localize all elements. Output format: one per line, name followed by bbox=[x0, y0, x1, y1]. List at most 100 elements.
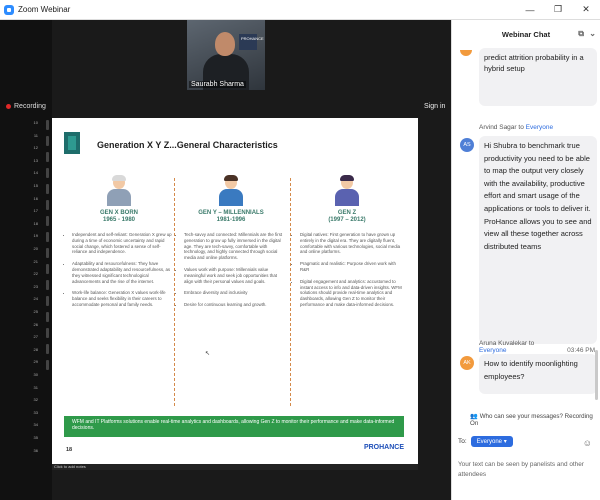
gen-x-bullet: Independent and self-reliant: Generation… bbox=[72, 232, 174, 255]
mouse-cursor-icon: ↖ bbox=[205, 351, 211, 357]
line-number: 20 bbox=[33, 246, 38, 251]
line-number: 11 bbox=[33, 132, 38, 138]
line-number: 27 bbox=[33, 334, 38, 340]
line-number: 10 bbox=[33, 120, 38, 125]
line-number: 32 bbox=[33, 397, 38, 403]
gen-z-bullet: Digital natives: First generation to hav… bbox=[300, 232, 402, 255]
sender-name: Aruna Kuvalekar bbox=[479, 340, 528, 347]
recipient-dropdown[interactable]: Everyone ▾ bbox=[470, 436, 513, 447]
gen-y-bullet: Desire for continuous learning and growt… bbox=[184, 302, 286, 308]
sender-avatar-partial bbox=[460, 50, 472, 56]
gen-x-column: GEN X BORN 1965 - 1980 Independent and s… bbox=[64, 175, 174, 314]
speaker-head bbox=[215, 32, 235, 56]
chat-input-hint[interactable]: Your text can be seen by panelists and o… bbox=[458, 460, 594, 480]
line-number: 24 bbox=[33, 296, 38, 302]
chat-message: Hi Shubra to benchmark true productivity… bbox=[479, 136, 597, 344]
message-sender-line: Aruna Kuvalekar to Everyone 03:46 PM bbox=[479, 340, 595, 354]
emoji-icon[interactable]: ☺ bbox=[583, 438, 592, 448]
sign-in-link[interactable]: Sign in bbox=[424, 103, 445, 110]
line-number: 30 bbox=[33, 372, 38, 377]
gen-x-years: 1965 - 1980 bbox=[102, 217, 136, 223]
gen-y-bullet: Tech-savvy and connected: Millennials ar… bbox=[184, 232, 286, 261]
to-word: to bbox=[518, 124, 524, 131]
gen-z-bullet: Digital engagement and analytics: accust… bbox=[300, 279, 402, 308]
popout-icon[interactable]: ⧉ bbox=[578, 29, 584, 39]
chat-message: How to identify moonlighting employees? bbox=[479, 354, 597, 394]
minimize-button[interactable]: — bbox=[516, 0, 544, 19]
sender-avatar: AK bbox=[460, 356, 474, 370]
message-sender-line: Arvind Sagar to Everyone bbox=[479, 124, 553, 131]
message-time: 03:46 PM bbox=[567, 347, 595, 354]
gen-z-years: (1997 – 2012) bbox=[328, 217, 366, 223]
recording-label: Recording bbox=[14, 103, 46, 110]
message-visibility-link[interactable]: 👥 Who can see your messages? Recording On bbox=[470, 412, 600, 427]
line-number: 21 bbox=[33, 258, 38, 264]
maximize-button[interactable]: ❐ bbox=[544, 0, 572, 19]
line-number: 34 bbox=[33, 422, 38, 428]
speaker-video-tile[interactable]: PROHANCE Saurabh Sharma bbox=[187, 20, 265, 90]
line-number: 28 bbox=[33, 346, 38, 352]
close-button[interactable]: ✕ bbox=[572, 0, 600, 19]
gen-y-column: GEN Y – MILLENNIALS 1981-1996 Tech-savvy… bbox=[176, 175, 286, 314]
line-number: 29 bbox=[33, 359, 38, 365]
line-number: 14 bbox=[33, 170, 38, 176]
line-number: 33 bbox=[33, 409, 38, 415]
recording-indicator[interactable]: Recording bbox=[6, 103, 46, 110]
line-number: 22 bbox=[33, 271, 38, 277]
line-number: 26 bbox=[33, 321, 38, 327]
add-notes-bar[interactable]: Click to add notes bbox=[52, 464, 418, 470]
gen-z-avatar-icon bbox=[335, 175, 359, 206]
gen-x-avatar-icon bbox=[107, 175, 131, 206]
line-number: 16 bbox=[33, 195, 38, 201]
window-titlebar: Zoom Webinar — ❐ ✕ bbox=[0, 0, 600, 20]
recipient-row: To: Everyone ▾ bbox=[458, 436, 513, 447]
record-dot-icon bbox=[6, 104, 11, 109]
zoom-logo-icon bbox=[4, 4, 14, 15]
gen-y-years: 1981-1996 bbox=[216, 217, 246, 223]
collapse-icon[interactable]: ⌄ bbox=[589, 29, 596, 38]
line-number: 19 bbox=[33, 233, 38, 239]
line-number: 25 bbox=[33, 309, 38, 314]
people-icon: 👥 bbox=[470, 413, 478, 420]
gen-z-bullet: Pragmatic and realistic: Purpose driven … bbox=[300, 261, 402, 273]
column-divider bbox=[290, 178, 291, 406]
recipient-name: Everyone bbox=[479, 347, 507, 354]
shared-screen-gutter bbox=[0, 20, 52, 500]
gen-y-heading: GEN Y – MILLENNIALS bbox=[198, 210, 264, 216]
chevron-down-icon: ▾ bbox=[503, 439, 507, 445]
gen-x-heading: GEN X BORN bbox=[99, 210, 138, 216]
gen-z-column: GEN Z (1997 – 2012) Digital natives: Fir… bbox=[292, 175, 402, 314]
window-title: Zoom Webinar bbox=[18, 5, 71, 14]
line-number: 18 bbox=[33, 220, 38, 226]
line-number: 17 bbox=[33, 208, 38, 214]
shared-slide: Generation X Y Z...General Characteristi… bbox=[52, 118, 418, 464]
line-number: 12 bbox=[33, 145, 38, 151]
recipient-name: Everyone bbox=[525, 124, 554, 131]
slide-banner: WFM and IT Platforms solutions enable re… bbox=[64, 416, 404, 437]
slide-title: Generation X Y Z...General Characteristi… bbox=[97, 140, 278, 150]
line-number: 13 bbox=[33, 157, 38, 163]
slide-thumbnail-strip[interactable] bbox=[46, 120, 51, 376]
to-word: to bbox=[528, 340, 535, 347]
sender-avatar: AS bbox=[460, 138, 474, 152]
slide-page-number: 18 bbox=[66, 447, 73, 453]
line-number: 23 bbox=[33, 283, 38, 289]
gen-x-bullet: Adaptability and resourcefulness: They h… bbox=[72, 261, 174, 284]
line-number: 31 bbox=[33, 384, 38, 390]
chat-message: predict attrition probability in a hybri… bbox=[479, 48, 597, 106]
gen-y-bullet: Embrace diversity and inclusivity bbox=[184, 290, 286, 296]
prohance-logo: PROHANCE bbox=[363, 444, 404, 451]
chat-scrollbar[interactable] bbox=[595, 350, 598, 400]
speaker-name: Saurabh Sharma bbox=[189, 81, 246, 88]
to-label: To: bbox=[458, 438, 467, 445]
gen-y-avatar-icon bbox=[219, 175, 243, 206]
line-number: 15 bbox=[33, 183, 38, 188]
chat-header: Webinar Chat ⧉ ⌄ bbox=[452, 20, 600, 48]
line-number: 36 bbox=[33, 447, 38, 453]
sender-name: Arvind Sagar bbox=[479, 124, 517, 131]
chat-title: Webinar Chat bbox=[501, 29, 551, 39]
speaker-background-sign: PROHANCE bbox=[239, 34, 264, 50]
gen-y-bullet: Values work with purpose: Millennials va… bbox=[184, 267, 286, 284]
webinar-chat-panel: Webinar Chat ⧉ ⌄ predict attrition proba… bbox=[451, 20, 600, 500]
line-number: 35 bbox=[33, 435, 38, 440]
